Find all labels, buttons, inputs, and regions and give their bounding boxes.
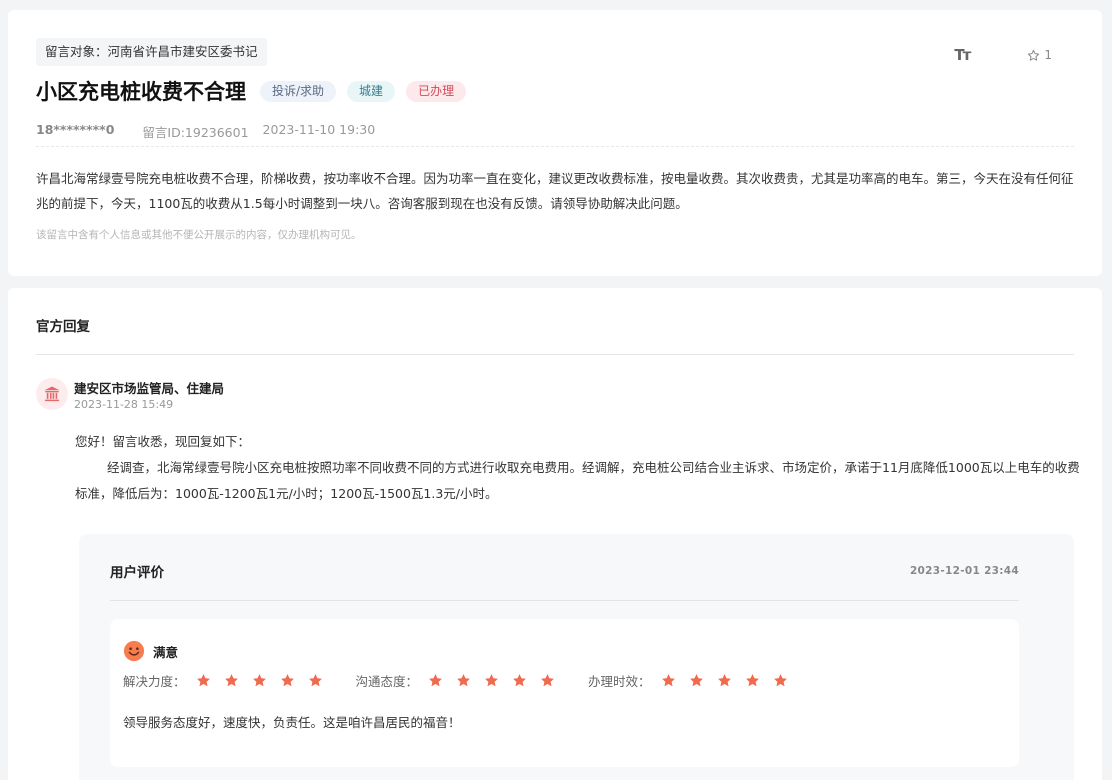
reply-content: 经调查，北海常绿壹号院小区充电桩按照功率不同收费不同的方式进行收取充电费用。经调… [75,460,1080,501]
favorite-count: 1 [1044,48,1052,62]
reply-card: 官方回复 建安区市场监管局、住建局 2023-11-28 15:49 您好！留言… [8,288,1102,780]
reply-department: 建安区市场监管局、住建局 [74,381,225,396]
reply-body: 您好！留言收悉，现回复如下： 经调查，北海常绿壹号院小区充电桩按照功率不同收费不… [75,429,1081,507]
message-title: 小区充电桩收费不合理 [36,80,246,104]
satisfaction-label: 满意 [153,644,179,660]
message-card: 留言对象：河南省许昌市建安区委书记 Tт 1 小区充电桩收费不合理 投诉/求助 … [8,10,1102,276]
star-icon [485,674,498,687]
rating-communication: 沟通态度： [356,671,569,690]
message-id: 留言ID:19236601 [142,125,249,140]
title-row: 小区充电桩收费不合理 投诉/求助 城建 已办理 [36,76,477,106]
evaluation-comment: 领导服务态度好，速度快，负责任。这是咱许昌居民的福音！ [123,715,461,730]
smiley-face-icon [123,640,145,662]
message-target: 留言对象：河南省许昌市建安区委书记 [36,38,267,66]
message-content: 许昌北海常绿壹号院充电桩收费不合理，阶梯收费，按功率收不合理。因为功率一直在变化… [36,171,1074,211]
reply-section-title: 官方回复 [36,319,90,335]
tag-status: 已办理 [406,80,467,102]
star-icon [457,674,470,687]
star-icon [661,674,675,687]
star-icon [513,674,526,687]
message-user: 18********0 [36,122,115,137]
font-size-icon[interactable]: Tт [954,46,971,64]
star-icon [224,674,238,687]
rating-label: 办理时效： [588,674,651,689]
star-icon [541,674,554,687]
star-outline-icon [1028,49,1040,61]
star-icon [773,674,787,687]
star-rating [428,673,568,688]
favorite-button[interactable]: 1 [1027,48,1052,62]
divider [36,146,1074,147]
message-target-label: 留言对象： [45,44,108,59]
star-icon [429,674,442,687]
star-icon [308,674,322,687]
message-tools: Tт 1 [954,46,1052,64]
message-target-value: 河南省许昌市建安区委书记 [107,44,258,59]
ratings: 解决力度： 沟通态度： 办理时效： [123,671,821,690]
message-time: 2023-11-10 19:30 [262,122,376,137]
government-building-icon [36,378,68,410]
star-icon [717,674,731,687]
tag-domain: 城建 [347,80,396,102]
evaluation-time: 2023-12-01 23:44 [909,565,1019,577]
evaluation-card: 满意 解决力度： 沟通态度： 办理时效： 领导服务态度好，速度快，负责任。这是咱… [110,619,1019,767]
star-icon [745,674,759,687]
rating-label: 解决力度： [123,674,186,689]
star-icon [689,674,703,687]
tag-category: 投诉/求助 [260,80,337,102]
star-rating [661,673,801,688]
star-icon [196,674,210,687]
reply-time: 2023-11-28 15:49 [74,398,174,411]
star-icon [280,674,294,687]
evaluation-title: 用户评价 [110,565,164,581]
divider [36,354,1074,355]
star-rating [196,673,336,688]
rating-label: 沟通态度： [355,674,419,689]
star-icon [252,674,266,687]
privacy-note: 该留言中含有个人信息或其他不便公开展示的内容，仅办理机构可见。 [36,229,362,241]
satisfaction: 满意 [123,640,178,662]
rating-timeliness: 办理时效： [588,671,801,690]
reply-greeting: 您好！留言收悉，现回复如下： [75,434,251,449]
rating-resolution: 解决力度： [123,671,336,690]
user-evaluation: 用户评价 2023-12-01 23:44 满意 解决力度： 沟通态度： 办理时… [79,534,1074,780]
divider [110,600,1019,601]
message-meta: 18********0 留言ID:19236601 2023-11-10 19:… [36,122,375,141]
